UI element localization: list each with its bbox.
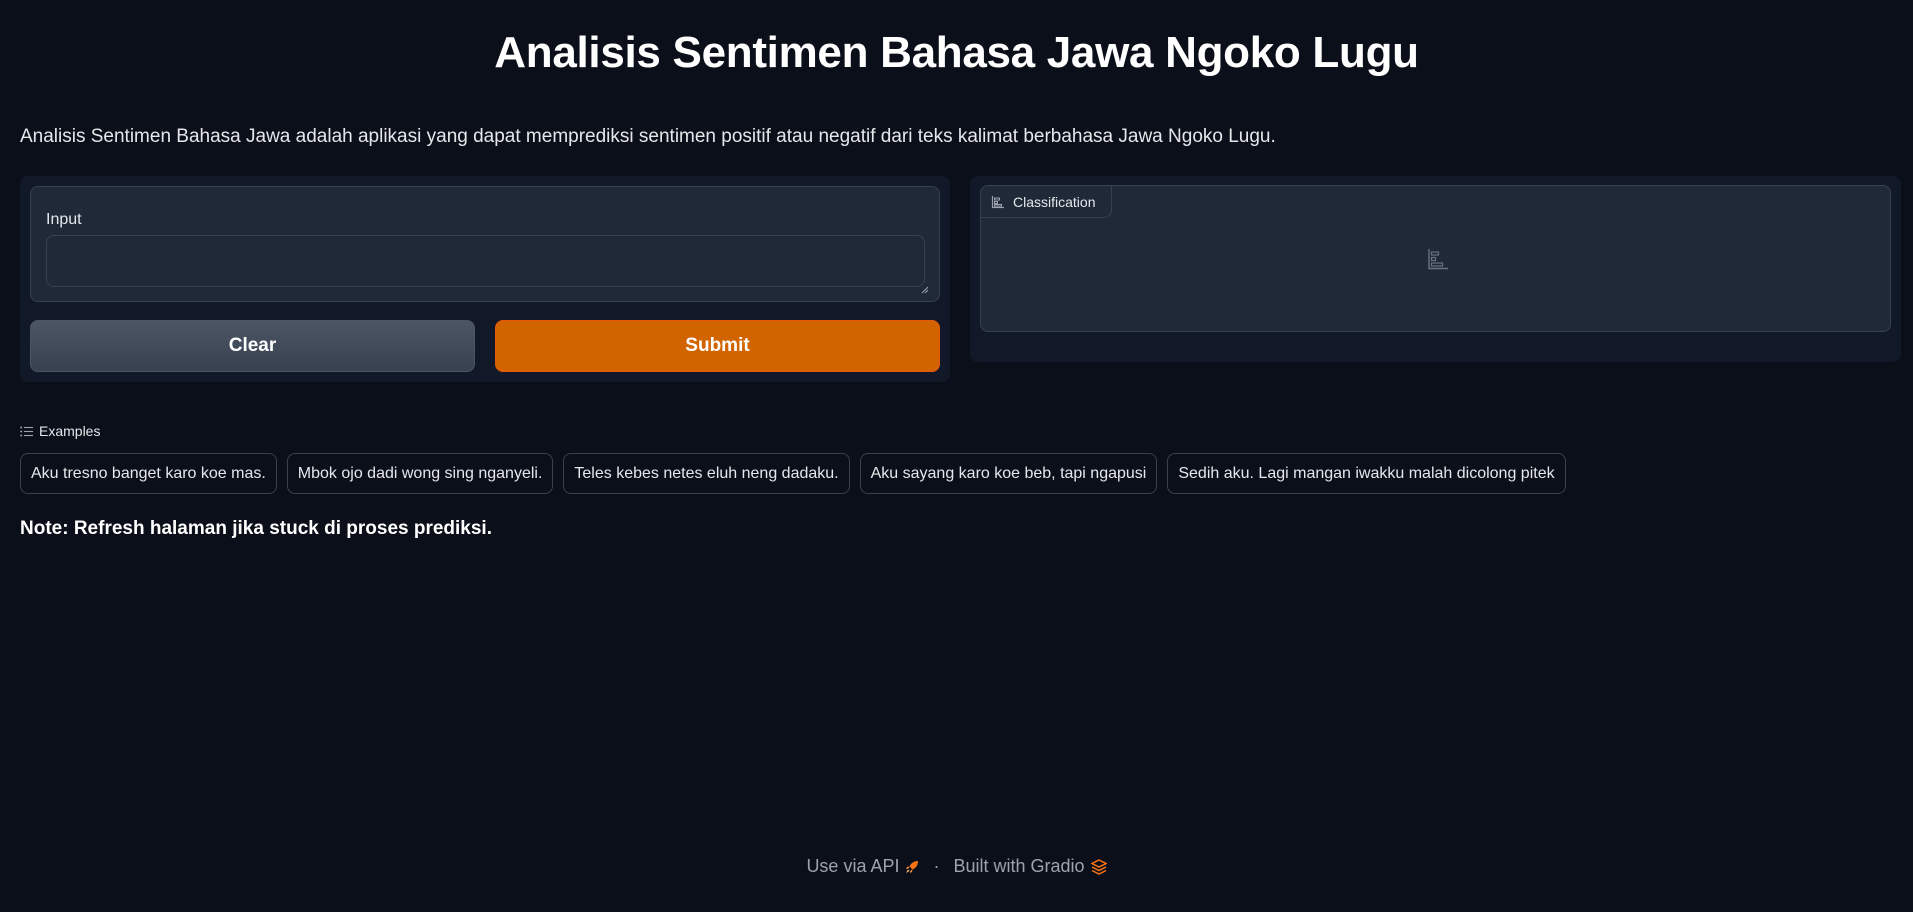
empty-chart-icon [1428, 249, 1448, 270]
example-item[interactable]: Aku tresno banget karo koe mas. [20, 453, 277, 494]
classification-label: Classification [1013, 193, 1096, 210]
footer-separator: · [933, 856, 940, 876]
built-with-gradio-link[interactable]: Built with Gradio [953, 856, 1107, 877]
examples-heading: Examples [20, 423, 100, 439]
resize-grip-icon[interactable] [921, 286, 929, 294]
output-panel: Classification [970, 176, 1901, 362]
note-text: Note: Refresh halaman jika stuck di pros… [20, 518, 492, 539]
gradio-logo-icon [1090, 858, 1107, 875]
rocket-icon [906, 860, 919, 873]
list-icon [20, 426, 33, 436]
example-item[interactable]: Mbok ojo dadi wong sing nganyeli. [286, 453, 554, 494]
page-description: Analisis Sentimen Bahasa Jawa adalah apl… [20, 126, 1276, 147]
app-page: Analisis Sentimen Bahasa Jawa Ngoko Lugu… [0, 0, 1913, 912]
use-via-api-link[interactable]: Use via API [806, 856, 919, 877]
input-panel: Input Clear Submit [20, 176, 950, 382]
built-with-gradio-label: Built with Gradio [953, 856, 1085, 876]
example-item[interactable]: Teles kebes netes eluh neng dadaku. [563, 453, 850, 494]
classification-output: Classification [980, 185, 1891, 332]
input-label: Input [46, 211, 82, 228]
clear-button[interactable]: Clear [30, 320, 475, 372]
examples-list: Aku tresno banget karo koe mas. Mbok ojo… [20, 453, 1566, 494]
submit-button[interactable]: Submit [495, 320, 940, 372]
examples-label: Examples [39, 423, 101, 439]
footer: Use via API · Built with Gradio [0, 856, 1913, 877]
example-item[interactable]: Sedih aku. Lagi mangan iwakku malah dico… [1167, 453, 1566, 494]
classification-label-tag: Classification [981, 186, 1112, 218]
input-block: Input [30, 186, 940, 302]
input-textarea[interactable] [46, 235, 925, 287]
example-item[interactable]: Aku sayang karo koe beb, tapi ngapusi [859, 453, 1158, 494]
bar-chart-icon [991, 195, 1004, 208]
use-via-api-label: Use via API [806, 856, 900, 876]
page-title: Analisis Sentimen Bahasa Jawa Ngoko Lugu [494, 28, 1419, 77]
